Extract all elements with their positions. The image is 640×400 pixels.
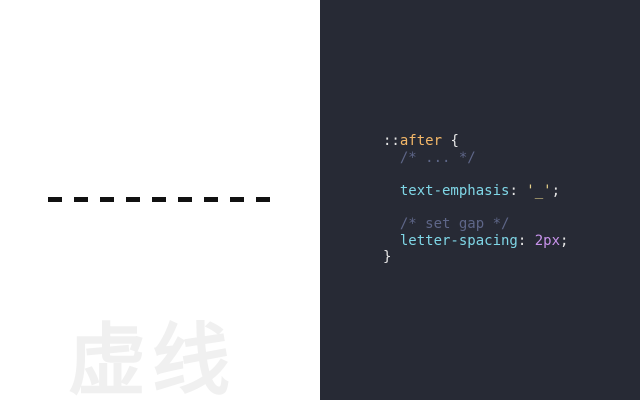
dash-segment [152,197,166,202]
dash-segment [178,197,192,202]
dash-segment [74,197,88,202]
dash-segment [204,197,218,202]
preview-panel: 虚线 [0,0,320,400]
comment-1: /* ... */ [399,149,476,166]
dashed-line [48,197,270,202]
selector: after [399,133,443,149]
code-line-1: ::after { [383,133,568,150]
code-line-6: /* set gap */ [383,216,568,233]
code-line-4: text-emphasis: '_'; [383,183,568,200]
semicolon-2: ; [560,232,569,249]
comment-2: /* set gap */ [399,215,510,232]
dash-segment [256,197,270,202]
dash-segment [230,197,244,202]
colon-2: : [517,232,535,249]
dash-segment [48,197,62,202]
close-brace: } [383,249,392,266]
watermark-text: 虚线 [68,316,237,400]
code-line-8: } [383,249,568,266]
value-text-emphasis: '_' [526,182,552,199]
semicolon-1: ; [551,182,561,199]
pseudo-prefix: :: [383,133,400,149]
code-panel: ::after { /* ... */ text-emphasis: '_'; … [320,0,640,400]
code-line-2: /* ... */ [383,150,568,167]
value-letter-spacing: 2px [534,232,561,249]
colon-1: : [509,182,527,199]
property-letter-spacing: letter-spacing [399,232,518,249]
code-block: ::after { /* ... */ text-emphasis: '_'; … [383,133,568,266]
code-line-7: letter-spacing: 2px; [383,232,569,250]
open-brace: { [442,133,459,149]
property-text-emphasis: text-emphasis [399,182,510,199]
dash-segment [126,197,140,202]
dash-segment [100,197,114,202]
